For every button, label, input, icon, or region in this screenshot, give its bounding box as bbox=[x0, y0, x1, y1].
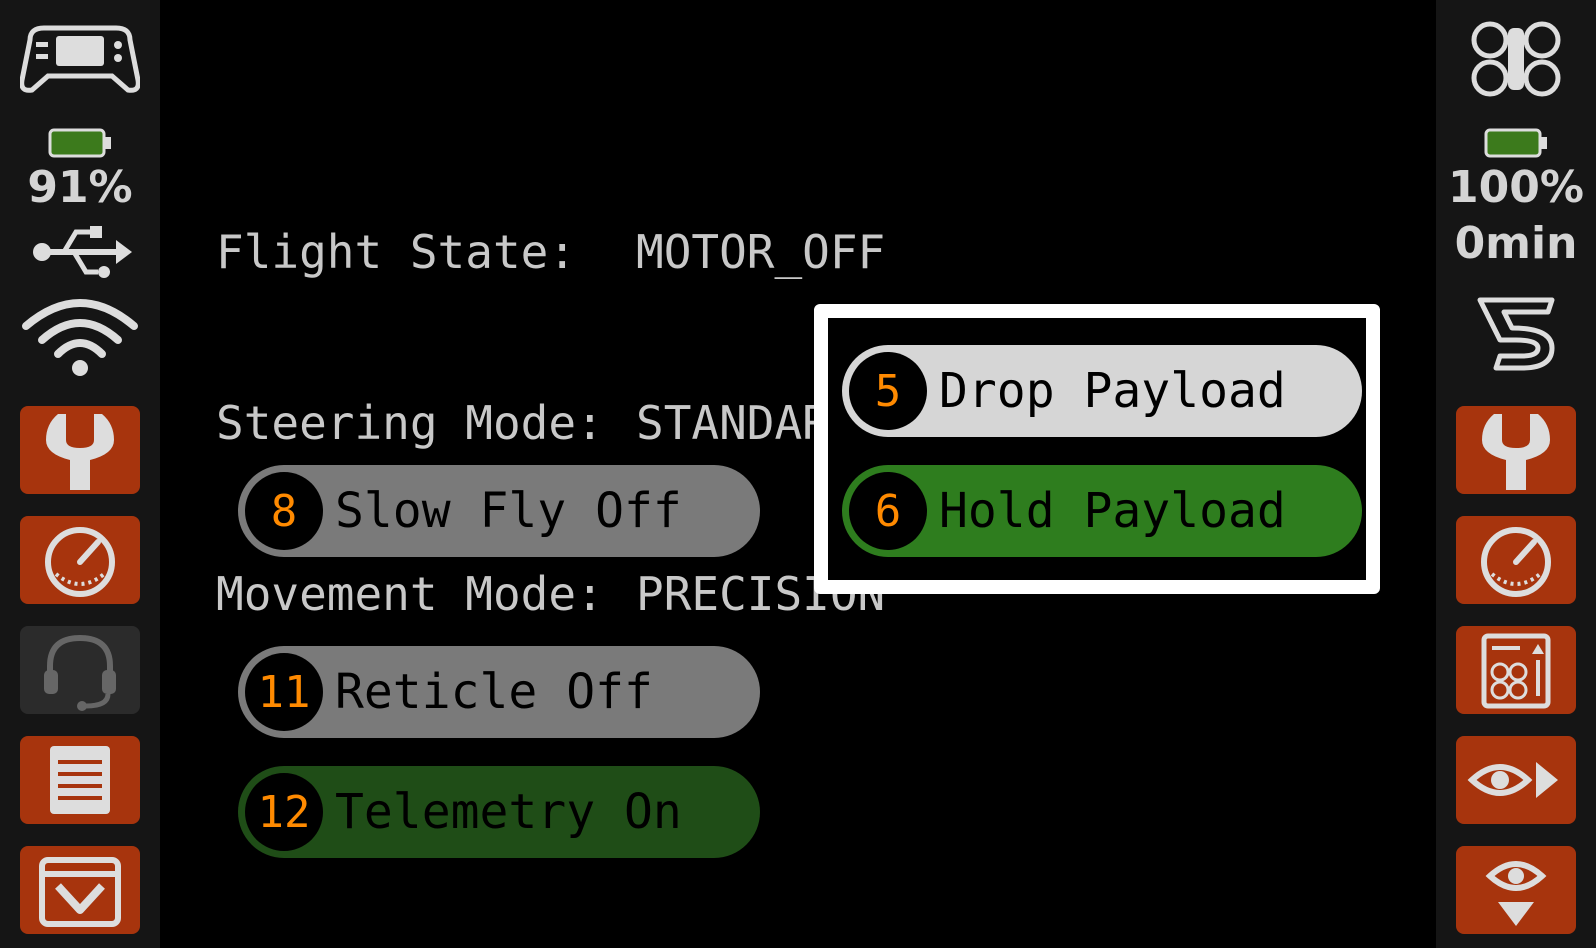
wrench-button[interactable] bbox=[20, 406, 140, 494]
steering-mode-label: Steering Mode: bbox=[216, 396, 604, 450]
drone-gauge-button[interactable] bbox=[1456, 516, 1576, 604]
left-sidebar: 91% bbox=[0, 0, 160, 948]
drone-info-icon bbox=[1481, 633, 1551, 709]
headset-button[interactable] bbox=[20, 626, 140, 714]
dropdown-button[interactable] bbox=[20, 846, 140, 934]
telemetry-label: Telemetry On bbox=[335, 784, 682, 840]
hold-payload-number: 6 bbox=[849, 472, 927, 550]
telemetry-toggle[interactable]: 12 Telemetry On bbox=[238, 766, 760, 858]
eye-forward-icon bbox=[1467, 762, 1558, 798]
flight-state-label: Flight State: bbox=[216, 225, 577, 279]
eye-forward-button[interactable] bbox=[1456, 736, 1576, 824]
eye-down-icon bbox=[1485, 861, 1547, 926]
drone-icon bbox=[1471, 21, 1561, 97]
steering-mode-row: Steering Mode: STANDARD bbox=[216, 395, 885, 452]
controller-icon bbox=[20, 25, 140, 93]
gauge-button[interactable] bbox=[20, 516, 140, 604]
flight-time: 0min bbox=[1454, 218, 1578, 269]
flight-state-row: Flight State: MOTOR_OFF bbox=[216, 224, 885, 281]
reticle-number: 11 bbox=[245, 653, 323, 731]
hold-payload-label: Hold Payload bbox=[939, 483, 1286, 539]
wrench-icon bbox=[46, 414, 114, 490]
drone-info-button[interactable] bbox=[1456, 626, 1576, 714]
drone-battery-icon bbox=[1484, 128, 1547, 158]
eye-down-button[interactable] bbox=[1456, 846, 1576, 934]
slow-fly-toggle[interactable]: 8 Slow Fly Off bbox=[238, 465, 760, 557]
hold-payload-button[interactable]: 6 Hold Payload bbox=[842, 465, 1362, 557]
usb-icon bbox=[33, 226, 132, 278]
document-button[interactable] bbox=[20, 736, 140, 824]
brand-s-icon bbox=[1477, 297, 1555, 371]
flight-state-value: MOTOR_OFF bbox=[636, 225, 886, 279]
drop-payload-label: Drop Payload bbox=[939, 363, 1286, 419]
headset-icon bbox=[44, 634, 116, 711]
movement-mode-row: Movement Mode: PRECISION bbox=[216, 566, 885, 623]
gauge-icon bbox=[1481, 527, 1551, 597]
wifi-icon bbox=[22, 299, 138, 376]
drop-payload-button[interactable]: 5 Drop Payload bbox=[842, 345, 1362, 437]
slow-fly-label: Slow Fly Off bbox=[335, 483, 682, 539]
left-battery-percent: 91% bbox=[27, 162, 133, 213]
dropdown-icon bbox=[39, 857, 121, 927]
reticle-label: Reticle Off bbox=[335, 664, 653, 720]
flight-status-panel: Flight State: MOTOR_OFF Steering Mode: STA… bbox=[216, 110, 885, 680]
reticle-toggle[interactable]: 11 Reticle Off bbox=[238, 646, 760, 738]
document-icon bbox=[50, 746, 110, 814]
drone-battery-percent: 100% bbox=[1448, 162, 1584, 213]
battery-icon bbox=[48, 128, 111, 158]
movement-mode-label: Movement Mode: bbox=[216, 567, 604, 621]
drop-payload-number: 5 bbox=[849, 352, 927, 430]
gauge-icon bbox=[45, 527, 115, 597]
slow-fly-number: 8 bbox=[245, 472, 323, 550]
telemetry-number: 12 bbox=[245, 773, 323, 851]
drone-wrench-button[interactable] bbox=[1456, 406, 1576, 494]
wrench-icon bbox=[1482, 414, 1550, 490]
right-sidebar: 100% 0min bbox=[1436, 0, 1596, 948]
